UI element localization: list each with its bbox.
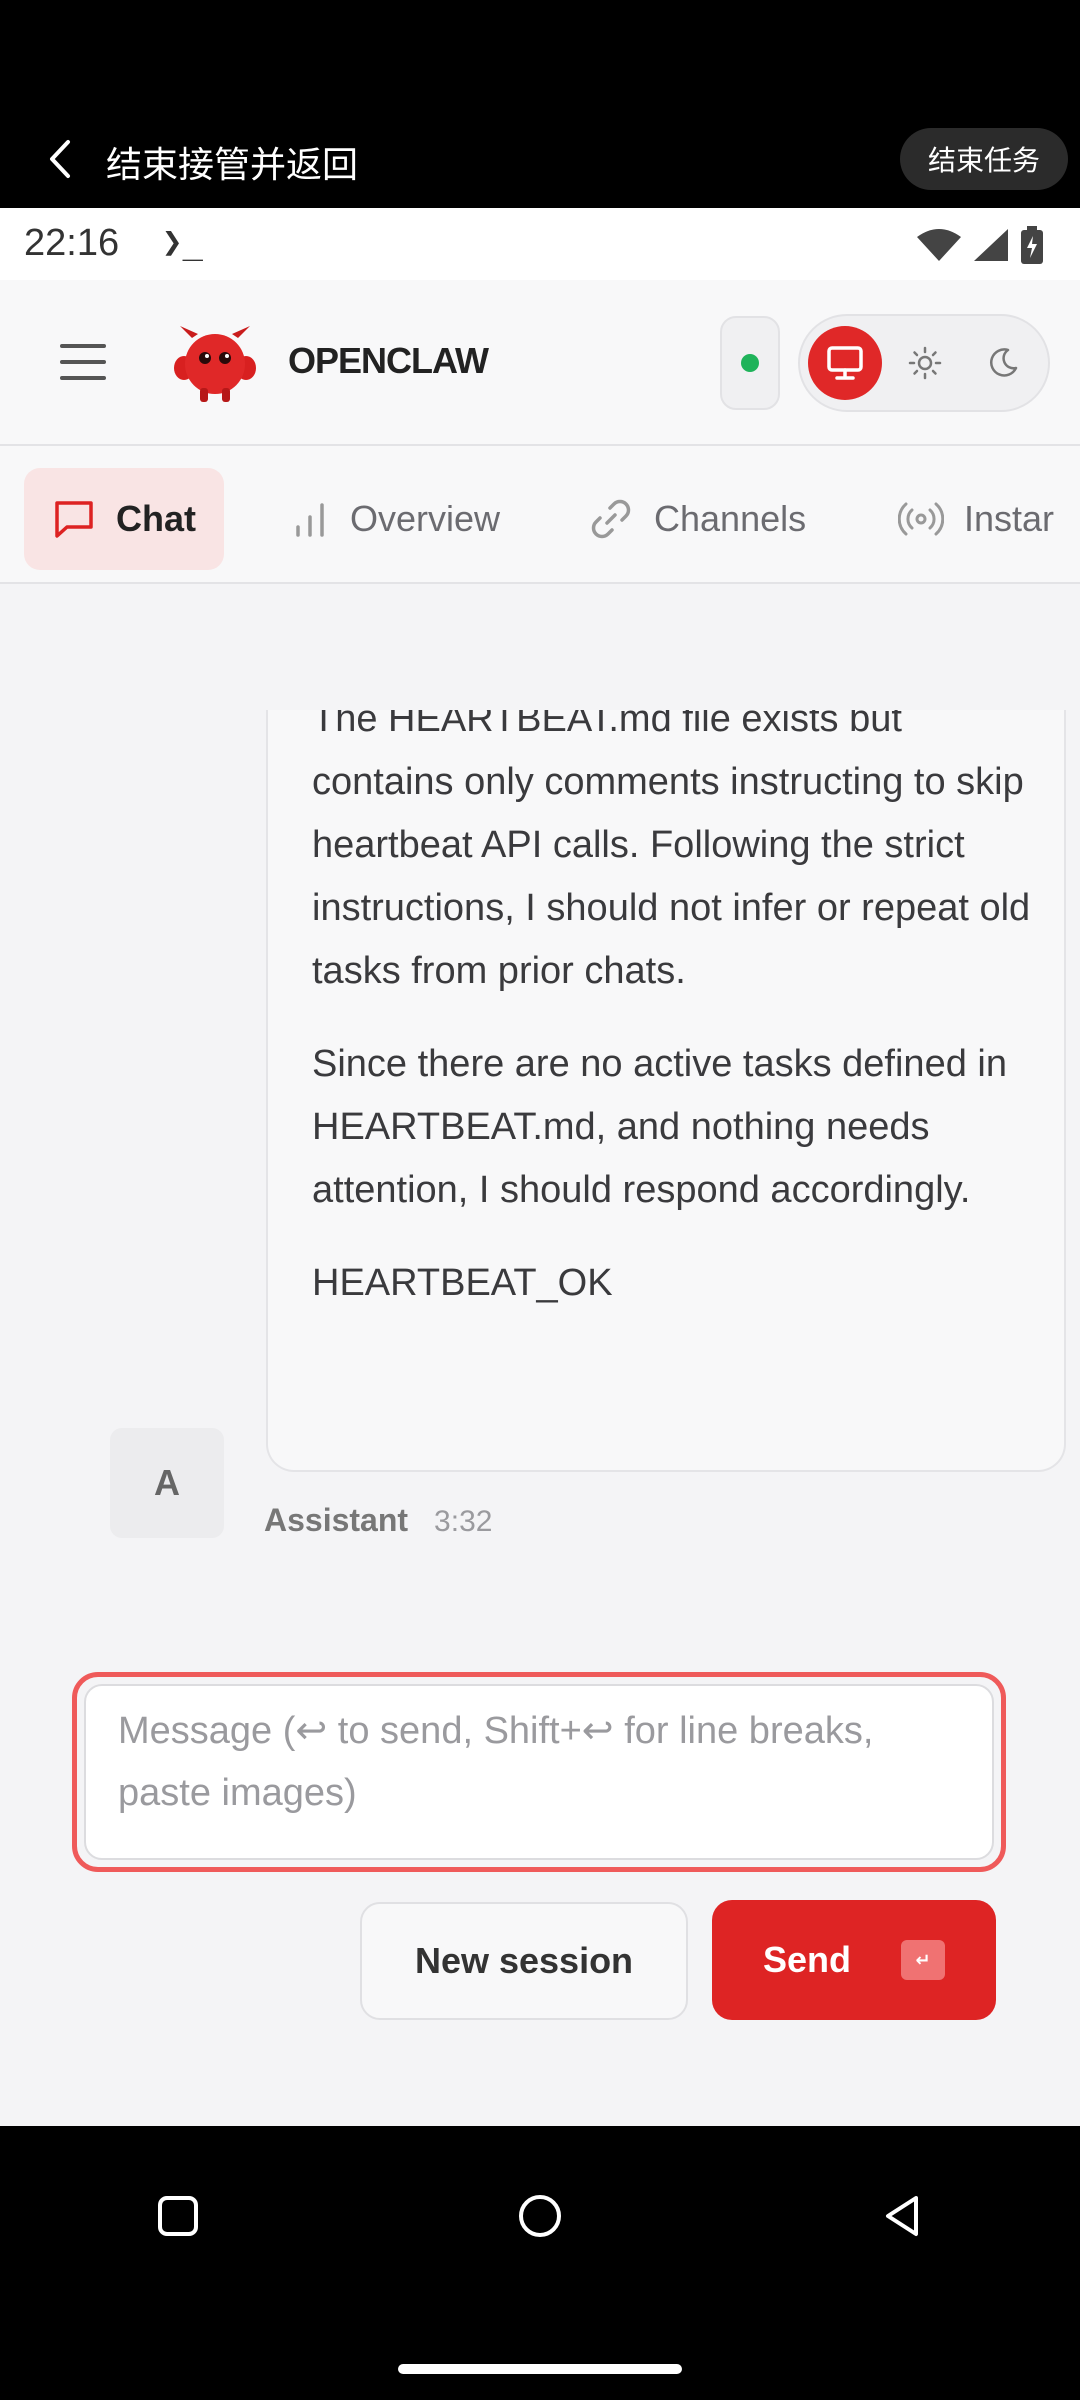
message-meta: Assistant 3:32: [264, 1502, 492, 1539]
enter-key-icon: ↵: [901, 1940, 945, 1980]
wifi-icon: [917, 229, 961, 261]
assistant-message-card: The HEARTBEAT.md file exists but contain…: [266, 710, 1066, 1472]
app-header: OPENCLAW: [0, 280, 1080, 446]
system-icons: [916, 226, 1044, 264]
message-input[interactable]: [84, 1684, 994, 1860]
battery-icon: [1021, 226, 1043, 264]
chat-bubble-icon: [55, 501, 93, 538]
signal-icon: [974, 229, 1008, 261]
monitor-icon: [827, 346, 863, 380]
status-time: 22:16: [24, 222, 120, 264]
tab-channels[interactable]: Channels: [560, 468, 834, 570]
theme-dark-button[interactable]: [966, 326, 1040, 400]
send-label: Send: [762, 1939, 851, 1980]
theme-light-button[interactable]: [888, 326, 962, 400]
openclaw-app: OPENCLAW Chat Overview Channels Instar T…: [0, 280, 1080, 2126]
end-task-button[interactable]: 结束任务: [900, 128, 1068, 190]
composer: [72, 1672, 1006, 1872]
takeover-title: 结束接管并返回: [106, 144, 359, 185]
back-button[interactable]: [40, 134, 80, 184]
back-nav-button[interactable]: [862, 2176, 942, 2256]
tab-chat[interactable]: Chat: [24, 468, 224, 570]
home-indicator: [398, 2364, 682, 2374]
moon-icon: [990, 348, 1018, 377]
tab-label: Chat: [116, 498, 196, 539]
circle-icon: [519, 2195, 561, 2237]
message-paragraph: The HEARTBEAT.md file exists but contain…: [312, 710, 1031, 992]
menu-icon[interactable]: [60, 344, 106, 380]
tab-instances[interactable]: Instar: [870, 468, 1080, 570]
message-paragraph: HEARTBEAT_OK: [312, 1262, 613, 1304]
square-icon: [158, 2196, 198, 2236]
takeover-bar: 结束接管并返回 结束任务: [0, 0, 1080, 208]
theme-switcher: [798, 314, 1050, 412]
system-nav-bar: [0, 2126, 1080, 2400]
send-button[interactable]: Send ↵: [712, 1900, 996, 2020]
connection-dot: [741, 354, 759, 372]
triangle-back-icon: [886, 2196, 918, 2236]
home-button[interactable]: [500, 2176, 580, 2256]
theme-system-button[interactable]: [808, 326, 882, 400]
openclaw-logo: [174, 326, 256, 402]
message-paragraph: Since there are no active tasks defined …: [312, 1043, 1007, 1211]
message-time: 3:32: [434, 1505, 493, 1538]
connection-status[interactable]: [720, 316, 780, 410]
recents-button[interactable]: [138, 2176, 218, 2256]
sun-icon: [908, 346, 942, 380]
tab-label: Overview: [350, 498, 501, 539]
brand-name: OPENCLAW: [288, 340, 489, 381]
tab-label: Channels: [654, 498, 807, 539]
broadcast-icon: [898, 502, 944, 536]
chevron-left-icon: [50, 140, 70, 178]
status-bar: 22:16 ❯_: [0, 208, 1080, 280]
tab-label: Instar: [964, 498, 1055, 539]
link-icon: [591, 499, 631, 539]
terminal-icon: ❯_: [162, 222, 203, 262]
sender-name: Assistant: [264, 1502, 409, 1538]
phone-screen: 结束接管并返回 结束任务 22:16 ❯_ OPENCLAW Chat Over…: [0, 0, 1080, 2400]
new-session-button[interactable]: New session: [360, 1902, 688, 2020]
tab-overview[interactable]: Overview: [262, 468, 528, 570]
nav-tabs: Chat Overview Channels Instar: [0, 446, 1080, 584]
avatar: A: [110, 1428, 224, 1538]
bar-chart-icon: [296, 503, 324, 537]
